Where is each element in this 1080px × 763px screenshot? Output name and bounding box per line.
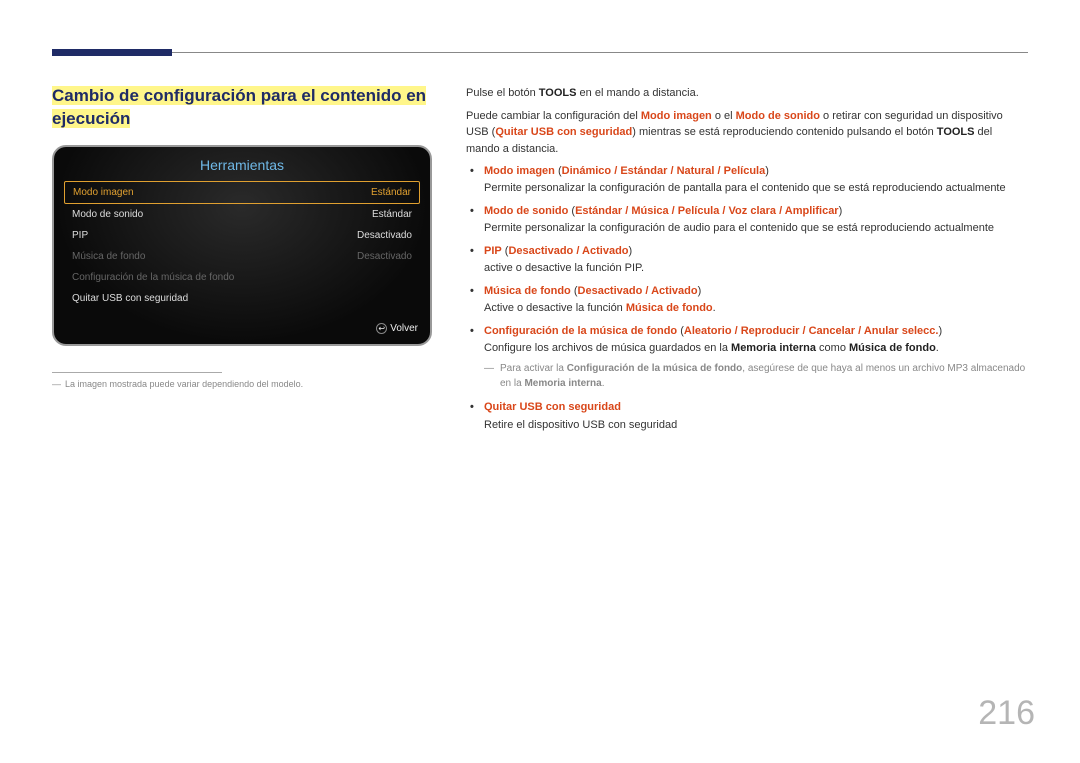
section-heading: Cambio de configuración para el contenid… [52,85,432,131]
menu-row-value: Desactivado [357,251,412,262]
menu-row-label: Quitar USB con seguridad [72,293,188,304]
return-label: Volver [390,323,418,334]
tools-menu-title: Herramientas [54,147,430,181]
menu-row-value: Estándar [372,209,412,220]
return-icon: ↩ [376,323,387,334]
item-pip: • PIP (Desactivado / Activado) active o … [484,243,1028,277]
tools-menu-panel: Herramientas Modo imagen Estándar Modo d… [52,145,432,346]
menu-row-label: PIP [72,230,88,241]
menu-row-label: Modo imagen [73,187,134,198]
menu-row-pip[interactable]: PIP Desactivado [64,225,420,246]
intro-line-1: Pulse el botón TOOLS en el mando a dista… [466,85,1028,102]
image-disclaimer: ―La imagen mostrada puede variar dependi… [52,379,432,389]
page-number: 216 [978,694,1035,733]
intro-line-2: Puede cambiar la configuración del Modo … [466,108,1028,158]
menu-row-label: Configuración de la música de fondo [72,272,234,283]
footnote-rule [52,372,222,373]
item-modo-imagen: • Modo imagen (Dinámico / Estándar / Nat… [484,163,1028,197]
menu-row-value: Desactivado [357,230,412,241]
menu-row-value: Estándar [371,187,411,198]
tools-menu-footer: ↩Volver [54,315,430,344]
menu-row-modo-sonido[interactable]: Modo de sonido Estándar [64,204,420,225]
menu-row-quitar-usb[interactable]: Quitar USB con seguridad [64,288,420,309]
item-musica-fondo: • Música de fondo (Desactivado / Activad… [484,283,1028,317]
item-quitar-usb: • Quitar USB con seguridad Retire el dis… [484,399,1028,433]
menu-row-musica-fondo: Música de fondo Desactivado [64,246,420,267]
menu-row-config-musica: Configuración de la música de fondo [64,267,420,288]
item-modo-sonido: • Modo de sonido (Estándar / Música / Pe… [484,203,1028,237]
menu-row-label: Modo de sonido [72,209,143,220]
item-config-musica: • Configuración de la música de fondo (A… [484,323,1028,391]
header-rule [52,52,1028,53]
config-musica-note: Para activar la Configuración de la músi… [484,361,1028,391]
menu-row-label: Música de fondo [72,251,145,262]
description-text: Pulse el botón TOOLS en el mando a dista… [466,85,1028,440]
menu-row-modo-imagen[interactable]: Modo imagen Estándar [64,181,420,204]
